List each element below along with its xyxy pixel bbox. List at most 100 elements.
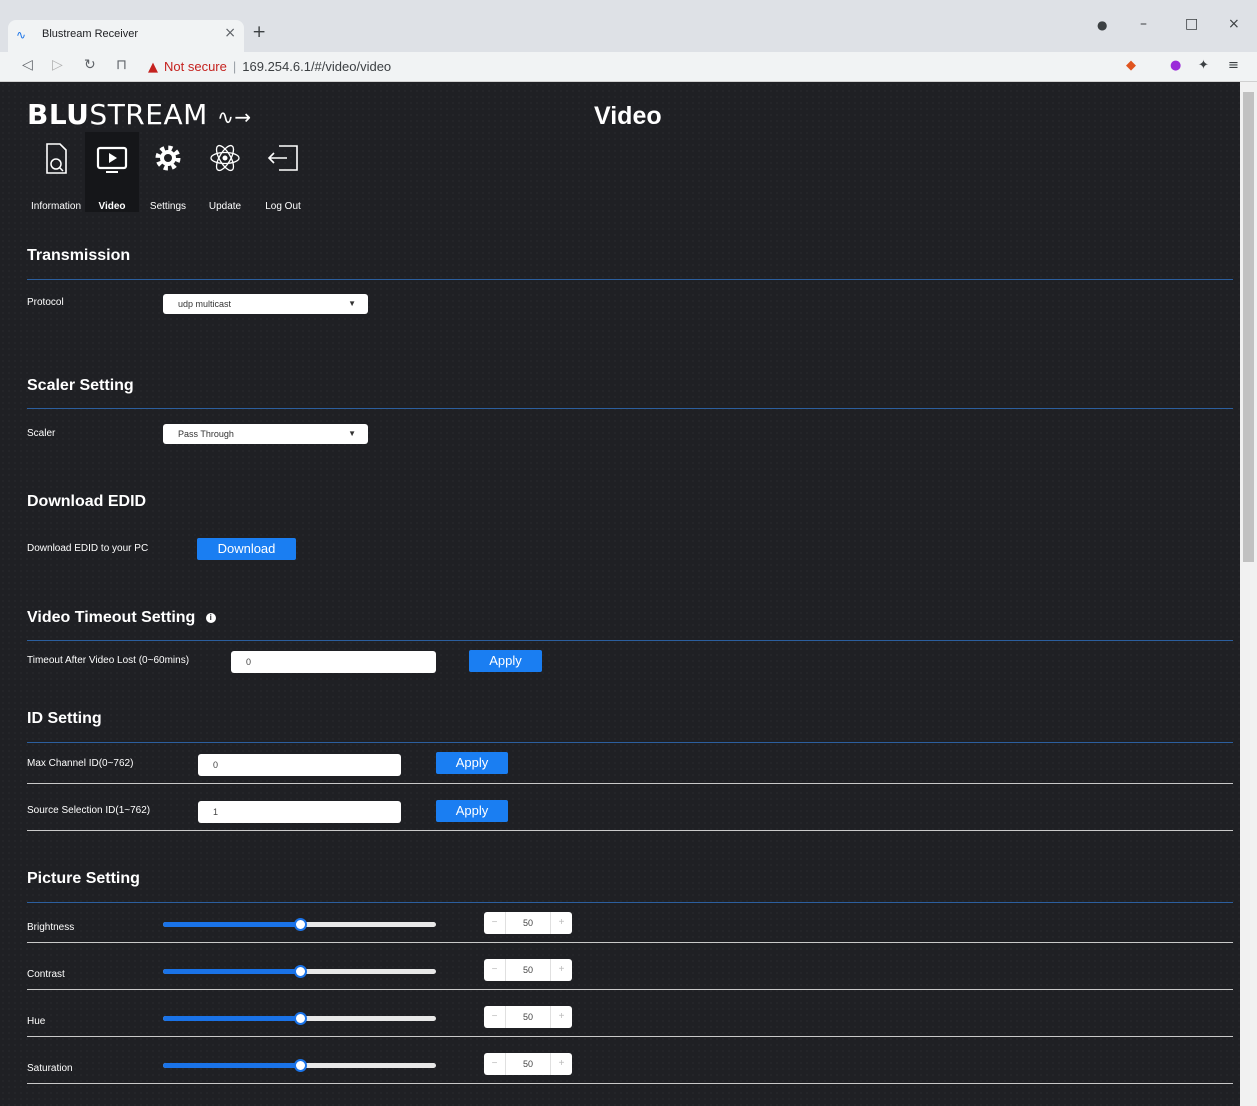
decrement-button[interactable]: − (484, 1053, 506, 1075)
divider (27, 902, 1233, 903)
increment-button[interactable]: + (550, 912, 572, 934)
video-page: BLUSTREAM ∿→ Video Information Video Set… (0, 82, 1240, 1106)
row-divider (27, 1083, 1233, 1084)
value-stepper: −50 + (484, 1006, 572, 1028)
bookmark-icon[interactable]: ⊓ (116, 57, 127, 73)
warning-icon: ▲ (148, 60, 158, 75)
download-edid-heading: Download EDID (27, 493, 147, 510)
row-divider (27, 783, 1233, 784)
id-setting-heading: ID Setting (27, 710, 102, 727)
scaler-heading: Scaler Setting (27, 377, 134, 394)
decrement-button[interactable]: − (484, 959, 506, 981)
play-screen-icon (96, 146, 128, 173)
stepper-value[interactable]: 50 (506, 912, 550, 934)
new-tab-icon[interactable]: + (252, 22, 266, 42)
decrement-button[interactable]: − (484, 1006, 506, 1028)
divider (27, 408, 1233, 409)
transmission-heading: Transmission (27, 247, 131, 264)
protocol-value: udp multicast (178, 299, 232, 309)
url-text: 169.254.6.1/#/video/video (242, 59, 392, 74)
atom-icon (210, 144, 240, 172)
download-button[interactable]: Download (197, 538, 296, 560)
timeout-apply-button[interactable]: Apply (469, 650, 542, 672)
slider-fill (163, 922, 300, 927)
divider (27, 640, 1233, 641)
row-divider (27, 942, 1233, 943)
tab-title: Blustream Receiver (42, 28, 138, 40)
back-icon[interactable]: ◁ (22, 57, 33, 73)
not-secure-label: Not secure (164, 59, 227, 74)
browser-tab[interactable]: ∿ Blustream Receiver × (8, 20, 244, 52)
slider-handle[interactable] (293, 1012, 307, 1025)
slider-label: Saturation (27, 1063, 73, 1074)
value-stepper: −50 + (484, 912, 572, 934)
profile-icon[interactable]: ● (1097, 18, 1107, 32)
url-field[interactable]: ▲ Not secure | 169.254.6.1/#/video/video (148, 56, 1118, 78)
slider-handle[interactable] (293, 1059, 307, 1072)
scaler-select[interactable]: Pass Through ▼ (163, 424, 368, 444)
slider-track[interactable] (163, 1059, 436, 1072)
increment-button[interactable]: + (550, 1006, 572, 1028)
slider-handle[interactable] (293, 965, 307, 978)
blustream-logo: BLUSTREAM ∿→ (27, 98, 252, 131)
slider-track[interactable] (163, 1012, 436, 1025)
nav-information[interactable]: Information (27, 132, 85, 212)
minimize-icon[interactable]: – (1140, 16, 1147, 32)
stepper-value[interactable]: 50 (506, 1053, 550, 1075)
extension-c-icon[interactable]: ● (1170, 58, 1181, 73)
protocol-select[interactable]: udp multicast ▼ (163, 294, 368, 314)
menu-icon[interactable]: ≡ (1228, 58, 1239, 73)
scrollbar-thumb[interactable] (1243, 92, 1254, 562)
value-stepper: −50 + (484, 1053, 572, 1075)
source-selection-apply-button[interactable]: Apply (436, 800, 508, 822)
close-window-icon[interactable]: × (1228, 16, 1240, 32)
scaler-value: Pass Through (178, 429, 234, 439)
nav-update[interactable]: Update (198, 132, 252, 212)
increment-button[interactable]: + (550, 959, 572, 981)
max-channel-apply-button[interactable]: Apply (436, 752, 508, 774)
slider-track[interactable] (163, 918, 436, 931)
nav-settings[interactable]: Settings (141, 132, 195, 212)
slider-fill (163, 1063, 300, 1068)
protocol-label: Protocol (27, 297, 64, 308)
decrement-button[interactable]: − (484, 912, 506, 934)
document-search-icon (46, 143, 67, 174)
address-bar-row: ◁ ▷ ↻ ⊓ ▲ Not secure | 169.254.6.1/#/video/… (0, 52, 1257, 82)
reload-icon[interactable]: ↻ (84, 57, 96, 73)
slider-label: Contrast (27, 969, 65, 980)
max-channel-input[interactable]: 0 (198, 754, 401, 776)
gear-icon (155, 145, 181, 171)
nav-logout[interactable]: Log Out (255, 132, 311, 212)
row-divider (27, 1036, 1233, 1037)
blustream-favicon-icon: ∿ (16, 28, 27, 42)
value-stepper: −50 + (484, 959, 572, 981)
chevron-down-icon: ▼ (348, 429, 356, 438)
page-title: Video (594, 102, 662, 130)
extensions-puzzle-icon[interactable]: ✦ (1198, 58, 1209, 73)
timeout-input[interactable]: 0 (231, 651, 436, 673)
row-divider (27, 989, 1233, 990)
stepper-value[interactable]: 50 (506, 1006, 550, 1028)
slider-label: Brightness (27, 922, 75, 933)
close-tab-icon[interactable]: × (224, 25, 236, 41)
maximize-icon[interactable]: □ (1185, 16, 1198, 32)
info-icon[interactable]: i (205, 612, 216, 623)
row-divider (27, 830, 1233, 831)
url-separator: | (232, 59, 237, 74)
scaler-label: Scaler (27, 428, 56, 439)
video-timeout-heading: Video Timeout Setting i (27, 609, 216, 627)
nav-video[interactable]: Video (85, 132, 139, 212)
stepper-value[interactable]: 50 (506, 959, 550, 981)
slider-handle[interactable] (293, 918, 307, 931)
picture-setting-heading: Picture Setting (27, 870, 140, 887)
slider-track[interactable] (163, 965, 436, 978)
source-selection-input[interactable]: 1 (198, 801, 401, 823)
timeout-label: Timeout After Video Lost (0~60mins) (27, 655, 190, 666)
forward-icon[interactable]: ▷ (52, 57, 63, 73)
source-selection-label: Source Selection ID(1~762) (27, 805, 151, 816)
slider-fill (163, 1016, 300, 1021)
brave-shield-icon[interactable]: ◆ (1126, 58, 1136, 73)
increment-button[interactable]: + (550, 1053, 572, 1075)
slider-label: Hue (27, 1016, 46, 1027)
page-scrollbar[interactable] (1240, 82, 1257, 1106)
